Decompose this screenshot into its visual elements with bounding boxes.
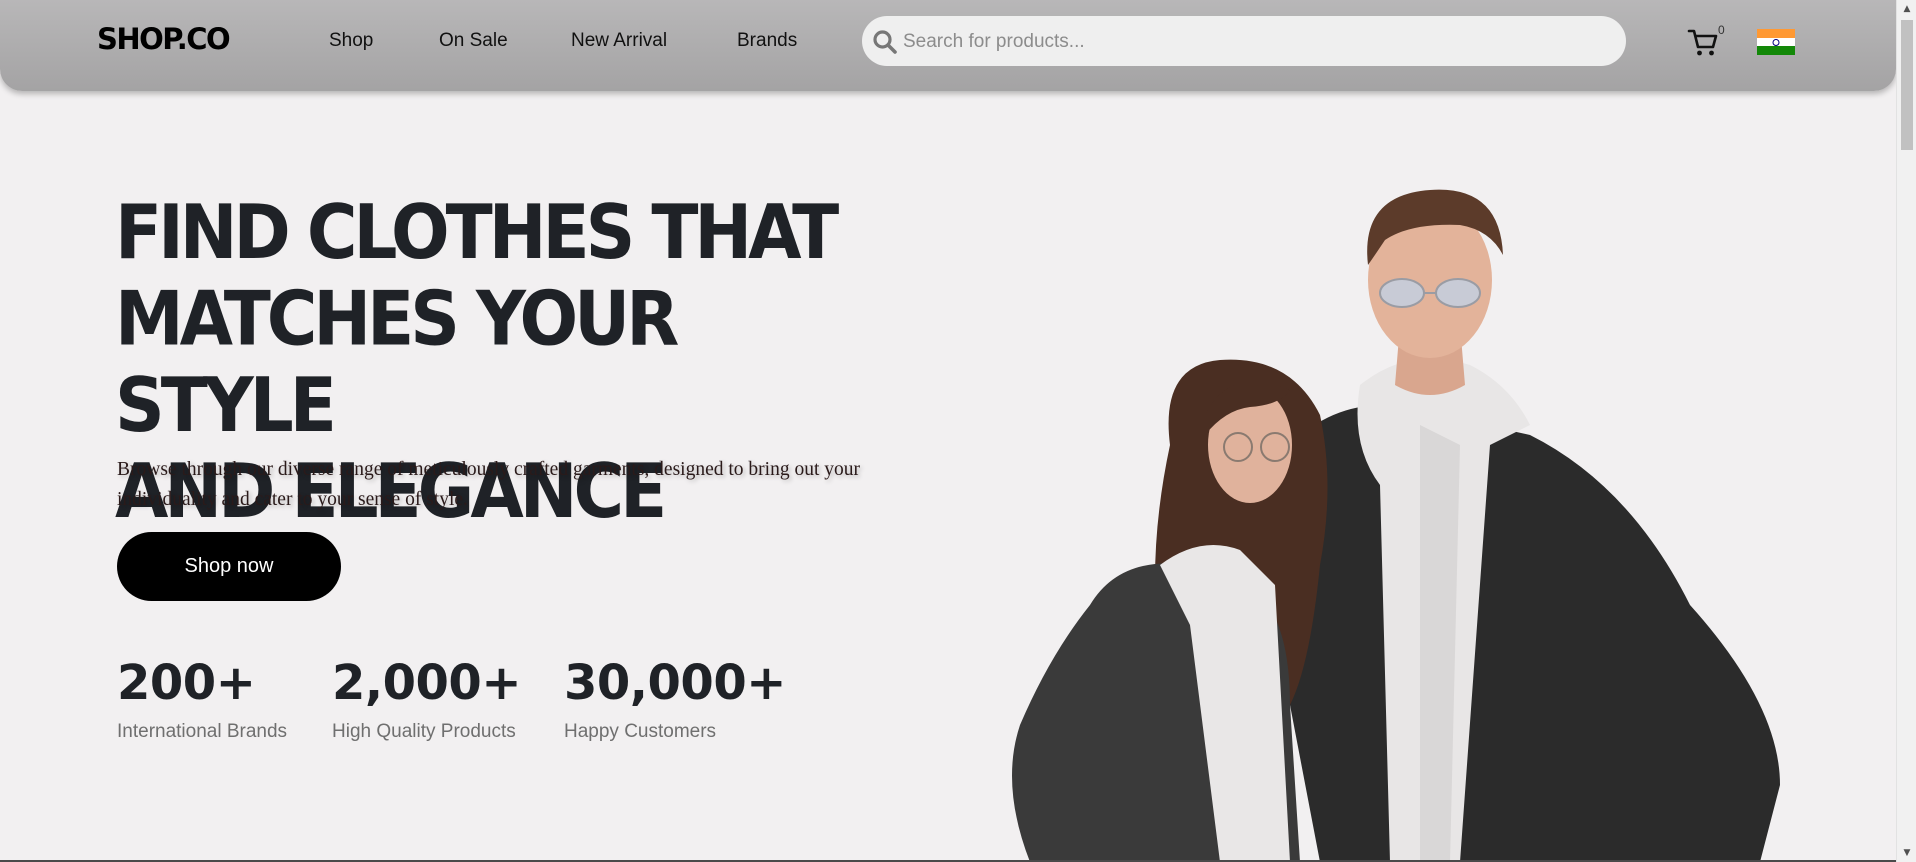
stat-brands: 200+ International Brands [117, 655, 287, 743]
hero-title-line-2: MATCHES YOUR STYLE [115, 276, 679, 450]
logo[interactable]: SHOP.CO [97, 22, 231, 56]
vertical-scrollbar[interactable]: ▲ ▼ [1896, 0, 1916, 862]
india-flag-icon[interactable] [1757, 29, 1795, 55]
cart-count-badge: 0 [1718, 23, 1725, 37]
stat-value: 200+ [117, 655, 256, 711]
nav-brands[interactable]: Brands [737, 30, 797, 52]
stat-value: 30,000+ [564, 655, 786, 711]
scroll-down-arrow-icon[interactable]: ▼ [1902, 848, 1912, 858]
shop-now-button[interactable]: Shop now [117, 532, 341, 601]
stat-label: International Brands [117, 721, 288, 742]
hero-description: Browse through our diverse range of meti… [117, 459, 860, 510]
nav-new-arrival[interactable]: New Arrival [571, 30, 667, 52]
stat-products: 2,000+ High Quality Products [332, 655, 522, 743]
hero-title-line-1: FIND CLOTHES THAT [115, 190, 839, 277]
search-icon [873, 30, 897, 54]
nav-shop[interactable]: Shop [329, 30, 373, 52]
hero-models-image [1012, 189, 1780, 862]
top-navbar: SHOP.CO Shop On Sale New Arrival Brands … [0, 0, 1896, 91]
nav-on-sale[interactable]: On Sale [439, 30, 508, 52]
stat-label: High Quality Products [332, 721, 516, 742]
stat-value: 2,000+ [332, 655, 522, 711]
stat-label: Happy Customers [564, 721, 717, 742]
search-input[interactable] [901, 16, 1605, 68]
search-bar[interactable] [862, 16, 1626, 68]
stat-customers: 30,000+ Happy Customers [564, 655, 786, 743]
scroll-thumb[interactable] [1901, 20, 1913, 150]
cart-icon[interactable] [1687, 26, 1719, 58]
scroll-up-arrow-icon[interactable]: ▲ [1902, 4, 1912, 14]
